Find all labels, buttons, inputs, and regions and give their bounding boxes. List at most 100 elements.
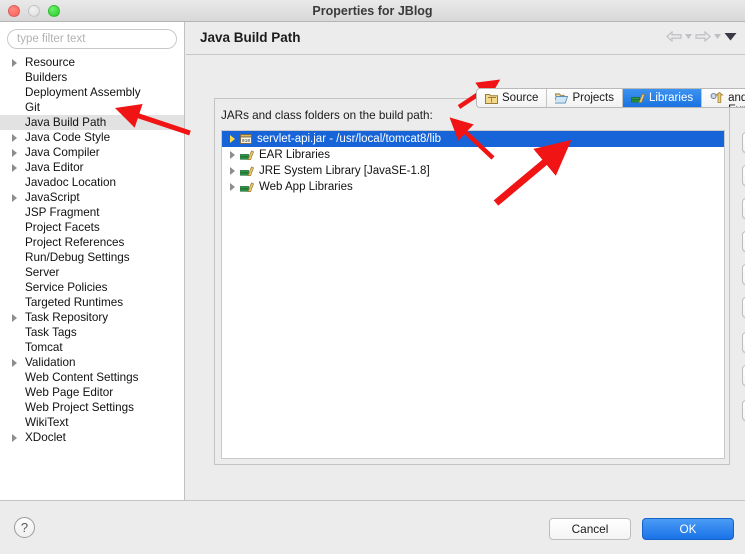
sidebar-item-web-content-settings[interactable]: Web Content Settings — [0, 370, 184, 385]
ok-button[interactable]: OK — [642, 518, 734, 540]
sidebar-item-run-debug-settings[interactable]: Run/Debug Settings — [0, 250, 184, 265]
back-caret-down-icon[interactable] — [685, 34, 692, 39]
tab-order-and-export[interactable]: Order and Export — [702, 89, 745, 107]
cancel-button[interactable]: Cancel — [549, 518, 631, 540]
expand-arrow-icon[interactable] — [230, 167, 235, 175]
sidebar-item-task-repository[interactable]: Task Repository — [0, 310, 184, 325]
sidebar-item-java-compiler[interactable]: Java Compiler — [0, 145, 184, 160]
jar-file-icon: 010 — [240, 133, 252, 145]
filter-input[interactable] — [7, 29, 177, 49]
expand-arrow-icon[interactable] — [230, 183, 235, 191]
sidebar-item-label: Git — [25, 101, 40, 114]
title-bar: Properties for JBlog — [0, 0, 745, 22]
sidebar-item-label: Deployment Assembly — [25, 86, 141, 99]
expand-arrow-icon[interactable] — [230, 151, 235, 159]
sidebar-item-project-references[interactable]: Project References — [0, 235, 184, 250]
build-path-entry[interactable]: JRE System Library [JavaSE-1.8] — [222, 163, 724, 179]
sidebar-item-resource[interactable]: Resource — [0, 55, 184, 70]
sidebar-item-javadoc-location[interactable]: Javadoc Location — [0, 175, 184, 190]
tab-projects[interactable]: Projects — [547, 89, 623, 107]
expand-arrow-icon[interactable] — [12, 59, 17, 67]
tab-libraries[interactable]: Libraries — [622, 89, 703, 107]
sidebar-item-label: Service Policies — [25, 281, 108, 294]
expand-arrow-icon[interactable] — [12, 194, 17, 202]
libraries-icon — [631, 92, 645, 104]
svg-text:010: 010 — [242, 138, 251, 144]
tab-label: Source — [502, 92, 539, 104]
sidebar-item-builders[interactable]: Builders — [0, 70, 184, 85]
view-menu-icon[interactable] — [724, 32, 737, 41]
tab-label: Projects — [572, 92, 614, 104]
sidebar-item-targeted-runtimes[interactable]: Targeted Runtimes — [0, 295, 184, 310]
expand-arrow-icon[interactable] — [12, 134, 17, 142]
sidebar-item-label: Web Page Editor — [25, 386, 114, 399]
sidebar-item-label: Run/Debug Settings — [25, 251, 130, 264]
sidebar-item-label: Project References — [25, 236, 125, 249]
forward-caret-down-icon[interactable] — [714, 34, 721, 39]
window-title: Properties for JBlog — [312, 4, 433, 18]
library-icon — [240, 149, 254, 161]
sidebar-item-task-tags[interactable]: Task Tags — [0, 325, 184, 340]
forward-arrow-icon[interactable] — [695, 31, 711, 42]
build-path-entry-label: JRE System Library [JavaSE-1.8] — [259, 165, 430, 177]
back-arrow-icon[interactable] — [666, 31, 682, 42]
page-nav-controls — [666, 31, 737, 42]
sidebar-item-label: Java Compiler — [25, 146, 100, 159]
dialog-footer: ? — [0, 500, 745, 554]
sidebar-item-deployment-assembly[interactable]: Deployment Assembly — [0, 85, 184, 100]
sidebar-item-label: Project Facets — [25, 221, 100, 234]
sidebar-item-service-policies[interactable]: Service Policies — [0, 280, 184, 295]
sidebar-item-label: JavaScript — [25, 191, 80, 204]
sidebar-item-web-project-settings[interactable]: Web Project Settings — [0, 400, 184, 415]
expand-arrow-icon[interactable] — [12, 164, 17, 172]
build-path-entry-label: servlet-api.jar - /usr/local/tomcat8/lib — [257, 133, 442, 145]
sidebar-item-label: Resource — [25, 56, 76, 69]
build-path-entry-label: EAR Libraries — [259, 149, 330, 161]
projects-folder-icon — [555, 92, 569, 104]
sidebar-item-label: Java Editor — [25, 161, 84, 174]
properties-dialog: Properties for JBlog Resource Builders Dep… — [0, 0, 745, 554]
page-title: Java Build Path — [200, 30, 301, 45]
sidebar-item-label: XDoclet — [25, 431, 66, 444]
sidebar-item-jsp-fragment[interactable]: JSP Fragment — [0, 205, 184, 220]
tab-source[interactable]: Source — [477, 89, 548, 107]
sidebar-item-java-code-style[interactable]: Java Code Style — [0, 130, 184, 145]
expand-arrow-icon[interactable] — [12, 149, 17, 157]
sidebar-item-wikitext[interactable]: WikiText — [0, 415, 184, 430]
filter-container — [0, 22, 184, 53]
sidebar-item-label: WikiText — [25, 416, 69, 429]
expand-arrow-icon[interactable] — [12, 434, 17, 442]
tab-label: Libraries — [648, 92, 694, 104]
sidebar-item-javascript[interactable]: JavaScript — [0, 190, 184, 205]
sidebar-item-web-page-editor[interactable]: Web Page Editor — [0, 385, 184, 400]
build-path-entry[interactable]: 010 servlet-api.jar - /usr/local/tomcat8/… — [222, 131, 724, 147]
sidebar-item-label: Web Project Settings — [25, 401, 134, 414]
sidebar-item-java-editor[interactable]: Java Editor — [0, 160, 184, 175]
sidebar-item-label: Validation — [25, 356, 76, 369]
sidebar-item-project-facets[interactable]: Project Facets — [0, 220, 184, 235]
sidebar-item-xdoclet[interactable]: XDoclet — [0, 430, 184, 445]
expand-arrow-icon[interactable] — [12, 314, 17, 322]
sidebar-item-server[interactable]: Server — [0, 265, 184, 280]
build-path-entry[interactable]: EAR Libraries — [222, 147, 724, 163]
sidebar-item-label: Tomcat — [25, 341, 63, 354]
sidebar-item-label: Builders — [25, 71, 68, 84]
sidebar-item-java-build-path[interactable]: Java Build Path — [0, 115, 184, 130]
sidebar-item-label: Java Build Path — [25, 116, 107, 129]
build-path-entry[interactable]: Web App Libraries — [222, 179, 724, 195]
main-panel: Java Build Path JARs and class folders o… — [186, 22, 745, 500]
library-icon — [240, 165, 254, 177]
sidebar-item-label: Targeted Runtimes — [25, 296, 124, 309]
libraries-group: JARs and class folders on the build path… — [214, 98, 730, 465]
settings-tree: Resource Builders Deployment Assembly Git Ja… — [0, 55, 184, 445]
expand-arrow-icon[interactable] — [12, 359, 17, 367]
sidebar-item-label: Web Content Settings — [25, 371, 139, 384]
source-folder-icon — [485, 92, 498, 104]
expand-arrow-icon[interactable] — [230, 135, 235, 143]
sidebar-item-tomcat[interactable]: Tomcat — [0, 340, 184, 355]
order-export-icon — [710, 92, 724, 104]
sidebar-item-validation[interactable]: Validation — [0, 355, 184, 370]
sidebar-item-git[interactable]: Git — [0, 100, 184, 115]
build-path-entries-list[interactable]: 010 servlet-api.jar - /usr/local/tomcat8/… — [221, 130, 725, 459]
help-icon[interactable]: ? — [14, 517, 35, 538]
